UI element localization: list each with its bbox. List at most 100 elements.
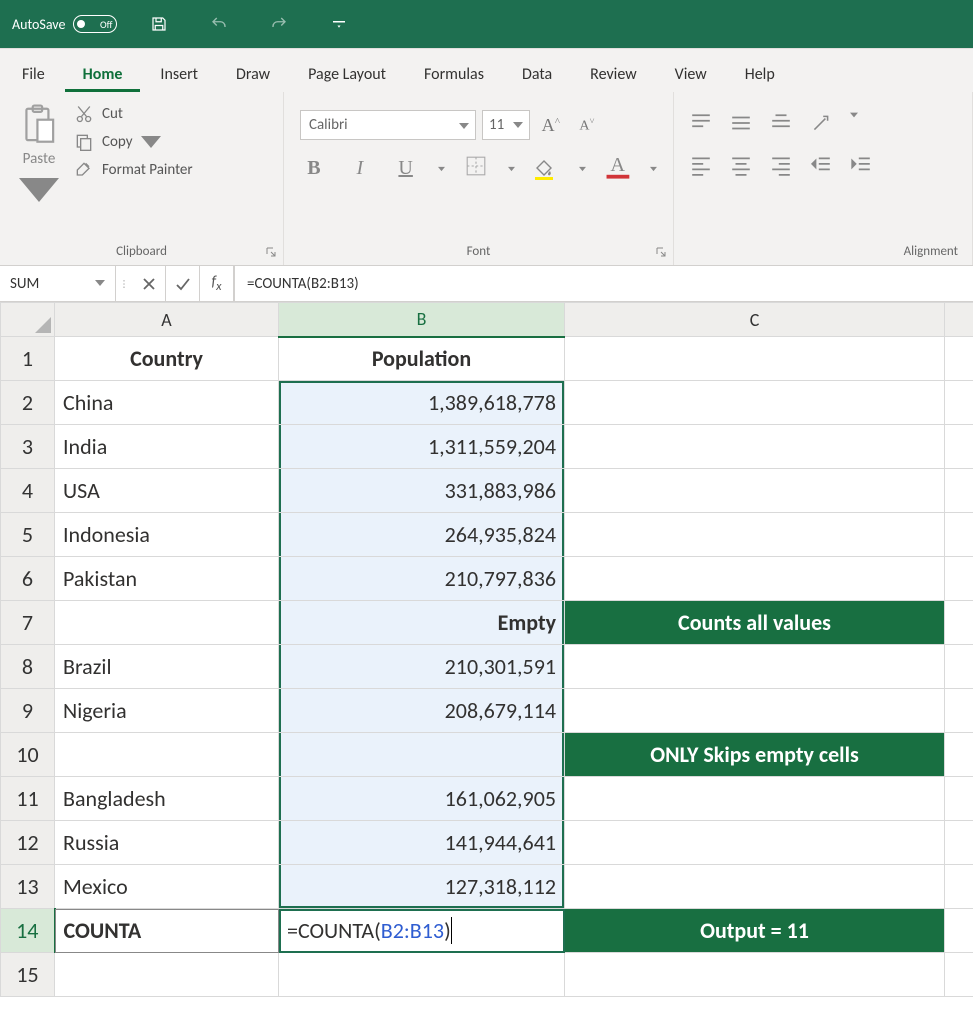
cell[interactable]: ONLY Skips empty cells — [565, 733, 945, 777]
cell[interactable]: 331,883,986 — [279, 469, 565, 513]
decrease-font-icon[interactable]: A˅ — [572, 110, 602, 140]
bold-button[interactable]: B — [300, 157, 328, 180]
cell[interactable]: Country — [55, 337, 279, 381]
autosave-control[interactable]: AutoSave Off — [12, 15, 117, 33]
name-box[interactable]: SUM — [0, 266, 116, 301]
row-header[interactable]: 15 — [1, 953, 55, 997]
cell[interactable]: 208,679,114 — [279, 689, 565, 733]
save-icon[interactable] — [141, 15, 177, 33]
row-header[interactable]: 2 — [1, 381, 55, 425]
cell[interactable]: 141,944,641 — [279, 821, 565, 865]
cell[interactable]: Counts all values — [565, 601, 945, 645]
select-all-corner[interactable] — [1, 303, 55, 337]
active-cell[interactable]: =COUNTA(B2:B13) — [279, 909, 565, 953]
font-launcher-icon[interactable] — [655, 245, 669, 259]
formula-input[interactable]: =COUNTA(B2:B13) — [234, 266, 973, 301]
cell[interactable] — [945, 865, 973, 909]
row-header[interactable]: 8 — [1, 645, 55, 689]
cell[interactable] — [279, 953, 565, 997]
cell[interactable]: USA — [55, 469, 279, 513]
underline-button[interactable]: U — [392, 157, 420, 180]
cell[interactable]: 264,935,824 — [279, 513, 565, 557]
cell[interactable] — [945, 513, 973, 557]
col-header-c[interactable]: C — [565, 303, 945, 337]
cell[interactable] — [945, 425, 973, 469]
cell[interactable]: Output = 11 — [565, 909, 945, 953]
cell[interactable] — [279, 733, 565, 777]
spreadsheet-grid[interactable]: A B C 1 Country Population 2 China 1,389… — [0, 302, 973, 997]
cell[interactable]: 210,797,836 — [279, 557, 565, 601]
cell[interactable]: 127,318,112 — [279, 865, 565, 909]
copy-button[interactable]: Copy — [74, 132, 271, 152]
align-left-icon[interactable] — [690, 154, 712, 180]
format-painter-button[interactable]: Format Painter — [74, 160, 271, 180]
tab-file[interactable]: File — [4, 55, 63, 92]
cell[interactable] — [55, 733, 279, 777]
orientation-icon[interactable] — [810, 112, 832, 138]
cell[interactable]: Population — [279, 337, 565, 381]
tab-help[interactable]: Help — [727, 55, 793, 92]
cell[interactable] — [55, 601, 279, 645]
cell[interactable]: Brazil — [55, 645, 279, 689]
align-top-icon[interactable] — [690, 112, 712, 138]
cell[interactable]: 161,062,905 — [279, 777, 565, 821]
row-header[interactable]: 12 — [1, 821, 55, 865]
row-header[interactable]: 10 — [1, 733, 55, 777]
cell[interactable]: Empty — [279, 601, 565, 645]
cell[interactable] — [565, 865, 945, 909]
tab-draw[interactable]: Draw — [218, 55, 288, 92]
confirm-formula-icon[interactable] — [166, 266, 200, 301]
cell[interactable]: Indonesia — [55, 513, 279, 557]
undo-icon[interactable] — [201, 15, 237, 33]
cell[interactable] — [565, 953, 945, 997]
align-bottom-icon[interactable] — [770, 112, 792, 138]
cell[interactable] — [565, 425, 945, 469]
cancel-formula-icon[interactable] — [132, 266, 166, 301]
row-header[interactable]: 14 — [1, 909, 55, 953]
font-color-button[interactable]: A — [604, 152, 632, 186]
cell[interactable] — [945, 733, 973, 777]
cell[interactable] — [565, 645, 945, 689]
font-size-select[interactable]: 11 — [482, 110, 530, 140]
align-center-icon[interactable] — [730, 154, 752, 180]
cell[interactable] — [945, 381, 973, 425]
cell[interactable] — [945, 953, 973, 997]
cell[interactable] — [945, 689, 973, 733]
cell[interactable] — [565, 689, 945, 733]
cell[interactable] — [565, 513, 945, 557]
row-header[interactable]: 3 — [1, 425, 55, 469]
cell[interactable] — [565, 381, 945, 425]
cell[interactable]: Mexico — [55, 865, 279, 909]
italic-button[interactable]: I — [346, 157, 374, 180]
row-header[interactable]: 1 — [1, 337, 55, 381]
row-header[interactable]: 7 — [1, 601, 55, 645]
cell[interactable] — [565, 337, 945, 381]
redo-icon[interactable] — [261, 15, 297, 33]
tab-review[interactable]: Review — [572, 55, 655, 92]
cell[interactable]: India — [55, 425, 279, 469]
cell[interactable] — [945, 557, 973, 601]
decrease-indent-icon[interactable] — [810, 154, 832, 180]
cell[interactable] — [565, 821, 945, 865]
cell[interactable]: COUNTA — [55, 909, 279, 953]
tab-home[interactable]: Home — [65, 55, 141, 92]
cell[interactable] — [945, 645, 973, 689]
cell[interactable]: Russia — [55, 821, 279, 865]
cell[interactable]: China — [55, 381, 279, 425]
cell[interactable] — [565, 557, 945, 601]
borders-button[interactable] — [463, 155, 491, 183]
tab-page-layout[interactable]: Page Layout — [290, 55, 404, 92]
chevron-down-icon[interactable] — [95, 275, 105, 293]
cell[interactable]: Pakistan — [55, 557, 279, 601]
tab-data[interactable]: Data — [504, 55, 570, 92]
cell[interactable] — [55, 953, 279, 997]
cell[interactable] — [565, 777, 945, 821]
tab-insert[interactable]: Insert — [142, 55, 216, 92]
fill-color-button[interactable] — [533, 158, 561, 180]
row-header[interactable]: 6 — [1, 557, 55, 601]
cell[interactable]: Bangladesh — [55, 777, 279, 821]
cell[interactable]: 210,301,591 — [279, 645, 565, 689]
cell[interactable] — [945, 777, 973, 821]
col-header-d[interactable] — [945, 303, 973, 337]
cell[interactable]: 1,311,559,204 — [279, 425, 565, 469]
